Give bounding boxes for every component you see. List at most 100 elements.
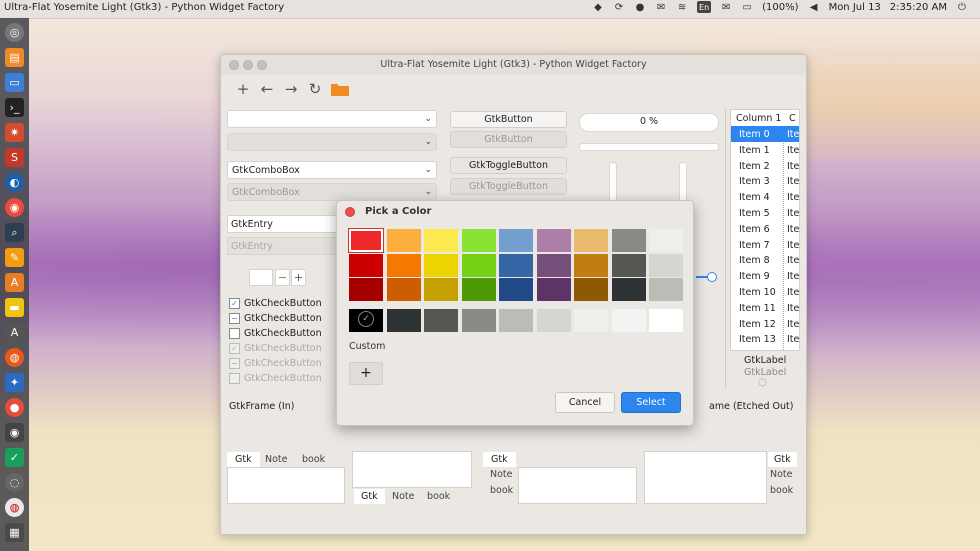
add-custom-color-button[interactable]: + bbox=[349, 362, 383, 385]
gray-swatch[interactable] bbox=[424, 309, 458, 332]
sync-icon[interactable]: ⟳ bbox=[613, 1, 625, 13]
check-button-unchecked[interactable]: GtkCheckButton bbox=[229, 326, 322, 340]
tree-row[interactable]: Item 2 Ite bbox=[731, 158, 799, 174]
back-icon[interactable]: ← bbox=[259, 80, 275, 98]
add-icon[interactable]: + bbox=[235, 80, 251, 98]
spin-button[interactable]: − + bbox=[249, 269, 309, 286]
tree-row[interactable]: Item 11 Ite bbox=[731, 300, 799, 316]
time-label[interactable]: 2:35:20 AM bbox=[890, 2, 947, 13]
gray-swatch[interactable] bbox=[649, 309, 683, 332]
notebook-left-tab-book[interactable]: book bbox=[490, 485, 513, 496]
inkscape-icon[interactable]: ✎ bbox=[5, 248, 24, 267]
notebook-left-tab-note[interactable]: Note bbox=[490, 469, 513, 480]
messaging-icon[interactable]: ✉ bbox=[720, 1, 732, 13]
tree-row[interactable]: Item 12 Ite bbox=[731, 316, 799, 332]
color-swatch[interactable] bbox=[461, 278, 496, 301]
notebook-top-tab-gtk[interactable]: Gtk bbox=[227, 452, 260, 467]
color-swatch[interactable] bbox=[536, 278, 571, 301]
atom-icon[interactable]: A bbox=[5, 323, 24, 342]
app-icon-orange[interactable]: ● bbox=[5, 398, 24, 417]
gtk-button[interactable]: GtkButton bbox=[450, 111, 567, 128]
notebook-right-tab-gtk[interactable]: Gtk bbox=[768, 452, 797, 467]
dash-icon[interactable]: ◎ bbox=[5, 23, 24, 42]
color-swatch[interactable] bbox=[424, 278, 458, 301]
spin-minus-button[interactable]: − bbox=[275, 269, 290, 286]
wifi-icon[interactable]: ≋ bbox=[676, 1, 688, 13]
tree-row[interactable]: Item 13 Ite bbox=[731, 331, 799, 347]
dialog-close-button[interactable] bbox=[345, 207, 355, 217]
app-icon-white[interactable]: ◍ bbox=[5, 498, 24, 517]
color-swatch[interactable] bbox=[424, 229, 458, 252]
terminal-icon[interactable]: ›_ bbox=[5, 98, 24, 117]
tree-row[interactable]: Item 0 Ite bbox=[731, 126, 799, 142]
color-swatch[interactable] bbox=[611, 278, 646, 301]
color-swatch[interactable] bbox=[386, 229, 421, 252]
text-entry[interactable]: GtkEntry bbox=[227, 215, 337, 233]
gray-swatch[interactable] bbox=[386, 309, 421, 332]
gray-swatch[interactable] bbox=[499, 309, 533, 332]
tree-row[interactable]: Item 6 Ite bbox=[731, 221, 799, 237]
select-button[interactable]: Select bbox=[621, 392, 681, 413]
gray-swatch[interactable] bbox=[536, 309, 571, 332]
tree-row[interactable]: Item 10 Ite bbox=[731, 284, 799, 300]
power-icon[interactable]: ⏻ bbox=[956, 1, 968, 13]
tree-row[interactable]: Item 7 Ite bbox=[731, 237, 799, 253]
search-app-icon[interactable]: ⌕ bbox=[5, 223, 24, 242]
color-swatch[interactable] bbox=[349, 278, 383, 301]
tree-row[interactable]: Item 5 Ite bbox=[731, 205, 799, 221]
tasks-icon[interactable]: ✓ bbox=[5, 448, 24, 467]
color-swatch[interactable] bbox=[499, 253, 533, 277]
color-swatch[interactable] bbox=[348, 228, 384, 253]
mail-tray-icon[interactable]: ✉ bbox=[655, 1, 667, 13]
notebook-right-tab-book[interactable]: book bbox=[770, 485, 793, 496]
column-2-header[interactable]: C bbox=[789, 113, 796, 124]
files-icon[interactable]: ▤ bbox=[5, 48, 24, 67]
color-swatch[interactable] bbox=[461, 229, 496, 252]
notes-icon[interactable]: ▬ bbox=[5, 298, 24, 317]
tree-row[interactable]: Item 9 Ite bbox=[731, 268, 799, 284]
color-swatch[interactable] bbox=[536, 229, 571, 252]
color-swatch[interactable] bbox=[386, 278, 421, 301]
app-icon-red[interactable]: ◉ bbox=[5, 198, 24, 217]
dropbox-icon[interactable]: ◆ bbox=[592, 1, 604, 13]
notebook-bottom-tab-book[interactable]: book bbox=[427, 491, 450, 502]
notebook-left-tab-gtk[interactable]: Gtk bbox=[483, 452, 516, 467]
gray-swatch[interactable]: ✓ bbox=[349, 309, 383, 332]
app-icon-blue[interactable]: ◐ bbox=[5, 173, 24, 192]
notebook-top-tab-book[interactable]: book bbox=[302, 454, 325, 465]
notebook-bottom-tab-note[interactable]: Note bbox=[392, 491, 415, 502]
tree-view[interactable]: Column 1 C Item 0 Ite Item 1 Ite Item 2 Ite It… bbox=[730, 109, 800, 351]
date-label[interactable]: Mon Jul 13 bbox=[829, 2, 881, 13]
color-swatch[interactable] bbox=[649, 229, 683, 252]
color-swatch[interactable] bbox=[611, 229, 646, 252]
cancel-button[interactable]: Cancel bbox=[555, 392, 615, 413]
steam-icon[interactable]: ● bbox=[634, 1, 646, 13]
firefox-icon[interactable]: ◍ bbox=[5, 348, 24, 367]
color-swatch[interactable] bbox=[574, 229, 608, 252]
color-swatch[interactable] bbox=[499, 278, 533, 301]
tree-row[interactable]: Item 3 Ite bbox=[731, 173, 799, 189]
tree-row[interactable]: Item 1 Ite bbox=[731, 142, 799, 158]
software-center-icon[interactable]: A bbox=[5, 273, 24, 292]
gray-swatch[interactable] bbox=[574, 309, 608, 332]
notebook-right-tab-note[interactable]: Note bbox=[770, 469, 793, 480]
gtk-toggle-button[interactable]: GtkToggleButton bbox=[450, 157, 567, 174]
color-swatch[interactable] bbox=[649, 253, 683, 277]
volume-icon[interactable]: ◀ bbox=[808, 1, 820, 13]
refresh-icon[interactable]: ↻ bbox=[307, 80, 323, 98]
color-swatch[interactable] bbox=[386, 253, 421, 277]
gray-swatch[interactable] bbox=[611, 309, 646, 332]
window-icon[interactable]: ▭ bbox=[5, 73, 24, 92]
keyboard-layout[interactable]: En bbox=[697, 1, 712, 13]
horizontal-scale[interactable] bbox=[696, 272, 717, 283]
combo-box[interactable]: GtkComboBox ⌄ bbox=[227, 161, 437, 179]
check-button-mixed[interactable]: − GtkCheckButton bbox=[229, 311, 322, 325]
forward-icon[interactable]: → bbox=[283, 80, 299, 98]
folder-icon[interactable] bbox=[331, 81, 349, 97]
tree-row[interactable]: Item 8 Ite bbox=[731, 252, 799, 268]
scale-slider-handle[interactable] bbox=[707, 272, 717, 282]
eye-icon[interactable]: ◉ bbox=[5, 423, 24, 442]
combo-box-empty[interactable]: ⌄ bbox=[227, 110, 437, 128]
color-swatch[interactable] bbox=[461, 253, 496, 277]
spin-value[interactable] bbox=[249, 269, 273, 286]
